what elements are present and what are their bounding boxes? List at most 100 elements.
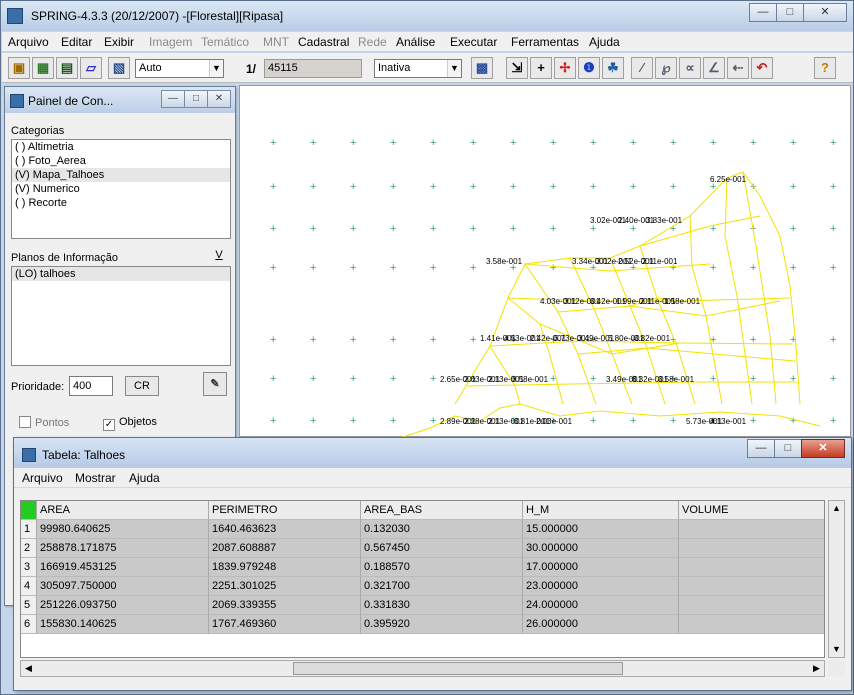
table-maximize-button[interactable]: □ [774,439,802,458]
attribute-table[interactable]: AREA PERIMETRO AREA_BAS H_M VOLUME 1 9998… [20,500,825,658]
menu-executar[interactable]: Executar [450,35,497,49]
table-cell[interactable] [679,539,824,558]
table-cell[interactable]: 2087.608887 [209,539,361,558]
table-cell[interactable]: 23.000000 [523,577,679,596]
column-header[interactable]: PERIMETRO [209,501,361,520]
table-cell[interactable]: 251226.093750 [37,596,209,615]
horizontal-scrollbar[interactable]: ◀ ▶ [20,660,825,677]
panel-close-button[interactable]: ✕ [207,90,231,108]
vertical-scrollbar[interactable]: ▲ ▼ [828,500,845,658]
state-select[interactable]: Inativa ▼ [374,59,462,78]
table-cell[interactable]: 1640.463623 [209,520,361,539]
scale-field[interactable]: 45115 [264,59,362,78]
table-minimize-button[interactable]: — [747,439,775,458]
row-number[interactable]: 5 [21,596,37,615]
panel-maximize-button[interactable]: □ [184,90,208,108]
zoom-window-icon[interactable]: ⇲ [506,57,528,79]
table-row[interactable]: 1 99980.640625 1640.463623 0.132030 15.00000… [21,520,824,539]
menu-rede[interactable]: Rede [358,35,387,49]
table-cell[interactable]: 24.000000 [523,596,679,615]
pointer-icon[interactable]: ☘ [602,57,624,79]
table-row[interactable]: 2 258878.171875 2087.608887 0.567450 30.0000… [21,539,824,558]
menu-mnt[interactable]: MNT [263,35,289,49]
planos-visible-button[interactable]: V [208,247,230,265]
edit-line-icon[interactable]: ∕ [631,57,653,79]
table-cell[interactable]: 166919.453125 [37,558,209,577]
table-menu-arquivo[interactable]: Arquivo [22,471,63,485]
prioridade-field[interactable]: 400 [69,376,113,396]
info-icon[interactable]: ❶ [578,57,600,79]
layers-icon[interactable]: ▤ [56,57,78,79]
categoria-item[interactable]: (V) Numerico [12,182,230,196]
row-number[interactable]: 3 [21,558,37,577]
table-cell[interactable]: 17.000000 [523,558,679,577]
undo-icon[interactable]: ↶ [751,57,773,79]
table-cell[interactable] [679,596,824,615]
resize-grip-icon[interactable] [828,660,845,677]
display-icon[interactable]: ▧ [108,57,130,79]
planos-list[interactable]: (LO) talhoes [11,266,231,366]
table-cell[interactable]: 99980.640625 [37,520,209,539]
table-cell[interactable] [679,615,824,634]
menu-editar[interactable]: Editar [61,35,92,49]
edit-delete-icon[interactable]: ∝ [679,57,701,79]
scroll-up-icon[interactable]: ▲ [829,501,844,516]
database-icon[interactable]: ▣ [8,57,30,79]
table-cell[interactable]: 2251.301025 [209,577,361,596]
categoria-item[interactable]: ( ) Foto_Aerea [12,154,230,168]
cr-button[interactable]: CR [125,376,159,396]
draw-icon[interactable]: ▱ [80,57,102,79]
mode-select[interactable]: Auto ▼ [135,59,224,78]
table-menu-mostrar[interactable]: Mostrar [75,471,116,485]
table-cell[interactable]: 0.321700 [361,577,523,596]
row-number[interactable]: 1 [21,520,37,539]
column-header[interactable]: AREA [37,501,209,520]
table-cell[interactable]: 0.331830 [361,596,523,615]
row-number[interactable]: 6 [21,615,37,634]
categoria-item[interactable]: ( ) Recorte [12,196,230,210]
menu-ajuda[interactable]: Ajuda [589,35,620,49]
table-row[interactable]: 6 155830.140625 1767.469360 0.395920 26.0000… [21,615,824,634]
menu-tematico[interactable]: Temático [201,35,249,49]
column-header[interactable]: H_M [523,501,679,520]
row-number[interactable]: 2 [21,539,37,558]
menu-exibir[interactable]: Exibir [104,35,134,49]
palette-icon[interactable]: ▩ [471,57,493,79]
table-cell[interactable]: 0.132030 [361,520,523,539]
maximize-button[interactable]: □ [776,3,804,22]
categoria-item[interactable]: (V) Mapa_Talhoes [12,168,230,182]
close-button[interactable]: ✕ [803,3,847,22]
back-icon[interactable]: ⇠ [727,57,749,79]
objetos-checkbox[interactable]: ✓ Objetos [103,416,157,431]
table-row[interactable]: 4 305097.750000 2251.301025 0.321700 23.0000… [21,577,824,596]
menu-arquivo[interactable]: Arquivo [8,35,49,49]
menu-cadastral[interactable]: Cadastral [298,35,349,49]
table-cell[interactable]: 155830.140625 [37,615,209,634]
table-cell[interactable]: 1839.979248 [209,558,361,577]
table-cell[interactable]: 15.000000 [523,520,679,539]
table-cell[interactable]: 26.000000 [523,615,679,634]
scroll-thumb[interactable] [293,662,623,675]
categorias-list[interactable]: ( ) Altimetria ( ) Foto_Aerea (V) Mapa_T… [11,139,231,239]
table-cell[interactable]: 0.567450 [361,539,523,558]
edit-node-icon[interactable]: ℘ [655,57,677,79]
project-icon[interactable]: ▦ [32,57,54,79]
scroll-down-icon[interactable]: ▼ [829,642,844,657]
table-cell[interactable] [679,577,824,596]
column-header[interactable]: AREA_BAS [361,501,523,520]
panel-minimize-button[interactable]: — [161,90,185,108]
scroll-left-icon[interactable]: ◀ [21,661,36,676]
table-close-button[interactable]: ✕ [801,439,845,458]
table-cell[interactable]: 0.188570 [361,558,523,577]
minimize-button[interactable]: — [749,3,777,22]
table-row[interactable]: 3 166919.453125 1839.979248 0.188570 17.0000… [21,558,824,577]
column-header[interactable]: VOLUME [679,501,824,520]
table-menu-ajuda[interactable]: Ajuda [129,471,160,485]
table-cell[interactable]: 258878.171875 [37,539,209,558]
table-cell[interactable] [679,520,824,539]
cursor-cross-icon[interactable]: + [530,57,552,79]
menu-ferramentas[interactable]: Ferramentas [511,35,579,49]
table-cell[interactable]: 2069.339355 [209,596,361,615]
help-icon[interactable]: ? [814,57,836,79]
table-cell[interactable]: 30.000000 [523,539,679,558]
